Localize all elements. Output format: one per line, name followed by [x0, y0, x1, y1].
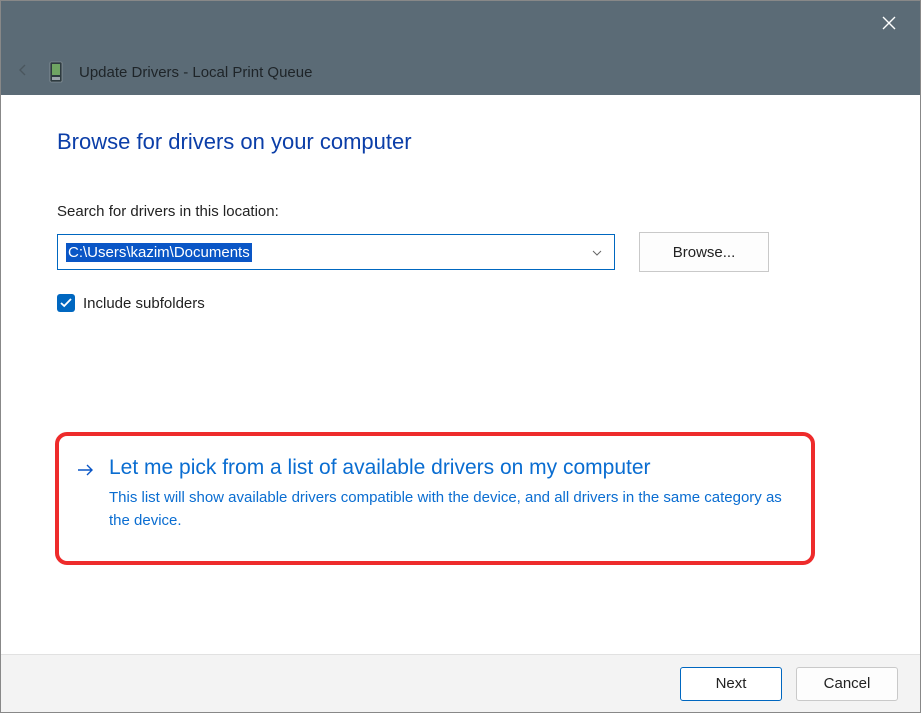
path-row: C:\Users\kazim\Documents Browse...: [57, 232, 864, 272]
arrow-right-icon: [77, 456, 95, 533]
close-icon: [882, 16, 896, 35]
include-subfolders-checkbox[interactable]: [57, 294, 75, 312]
window-title: Update Drivers - Local Print Queue: [79, 64, 312, 81]
device-icon: [47, 60, 65, 84]
back-arrow-icon: [16, 63, 30, 81]
search-location-label: Search for drivers in this location:: [57, 203, 864, 220]
next-button[interactable]: Next: [680, 667, 782, 701]
include-subfolders-label: Include subfolders: [83, 295, 205, 312]
browse-button[interactable]: Browse...: [639, 232, 769, 272]
back-button[interactable]: [13, 62, 33, 82]
pick-option-title: Let me pick from a list of available dri…: [109, 456, 787, 480]
pick-from-list-option[interactable]: Let me pick from a list of available dri…: [55, 432, 815, 565]
wizard-content: Browse for drivers on your computer Sear…: [1, 95, 920, 654]
cancel-button[interactable]: Cancel: [796, 667, 898, 701]
titlebar: [1, 1, 920, 49]
path-value: C:\Users\kazim\Documents: [66, 243, 252, 262]
checkmark-icon: [60, 295, 72, 312]
include-subfolders-row: Include subfolders: [57, 294, 864, 312]
page-heading: Browse for drivers on your computer: [57, 129, 864, 155]
close-button[interactable]: [866, 9, 912, 41]
path-combobox[interactable]: C:\Users\kazim\Documents: [57, 234, 615, 270]
wizard-header: Update Drivers - Local Print Queue: [1, 49, 920, 95]
chevron-down-icon: [592, 243, 602, 261]
wizard-footer: Next Cancel: [1, 654, 920, 712]
pick-option-description: This list will show available drivers co…: [109, 486, 787, 533]
pick-option-text: Let me pick from a list of available dri…: [109, 456, 787, 533]
